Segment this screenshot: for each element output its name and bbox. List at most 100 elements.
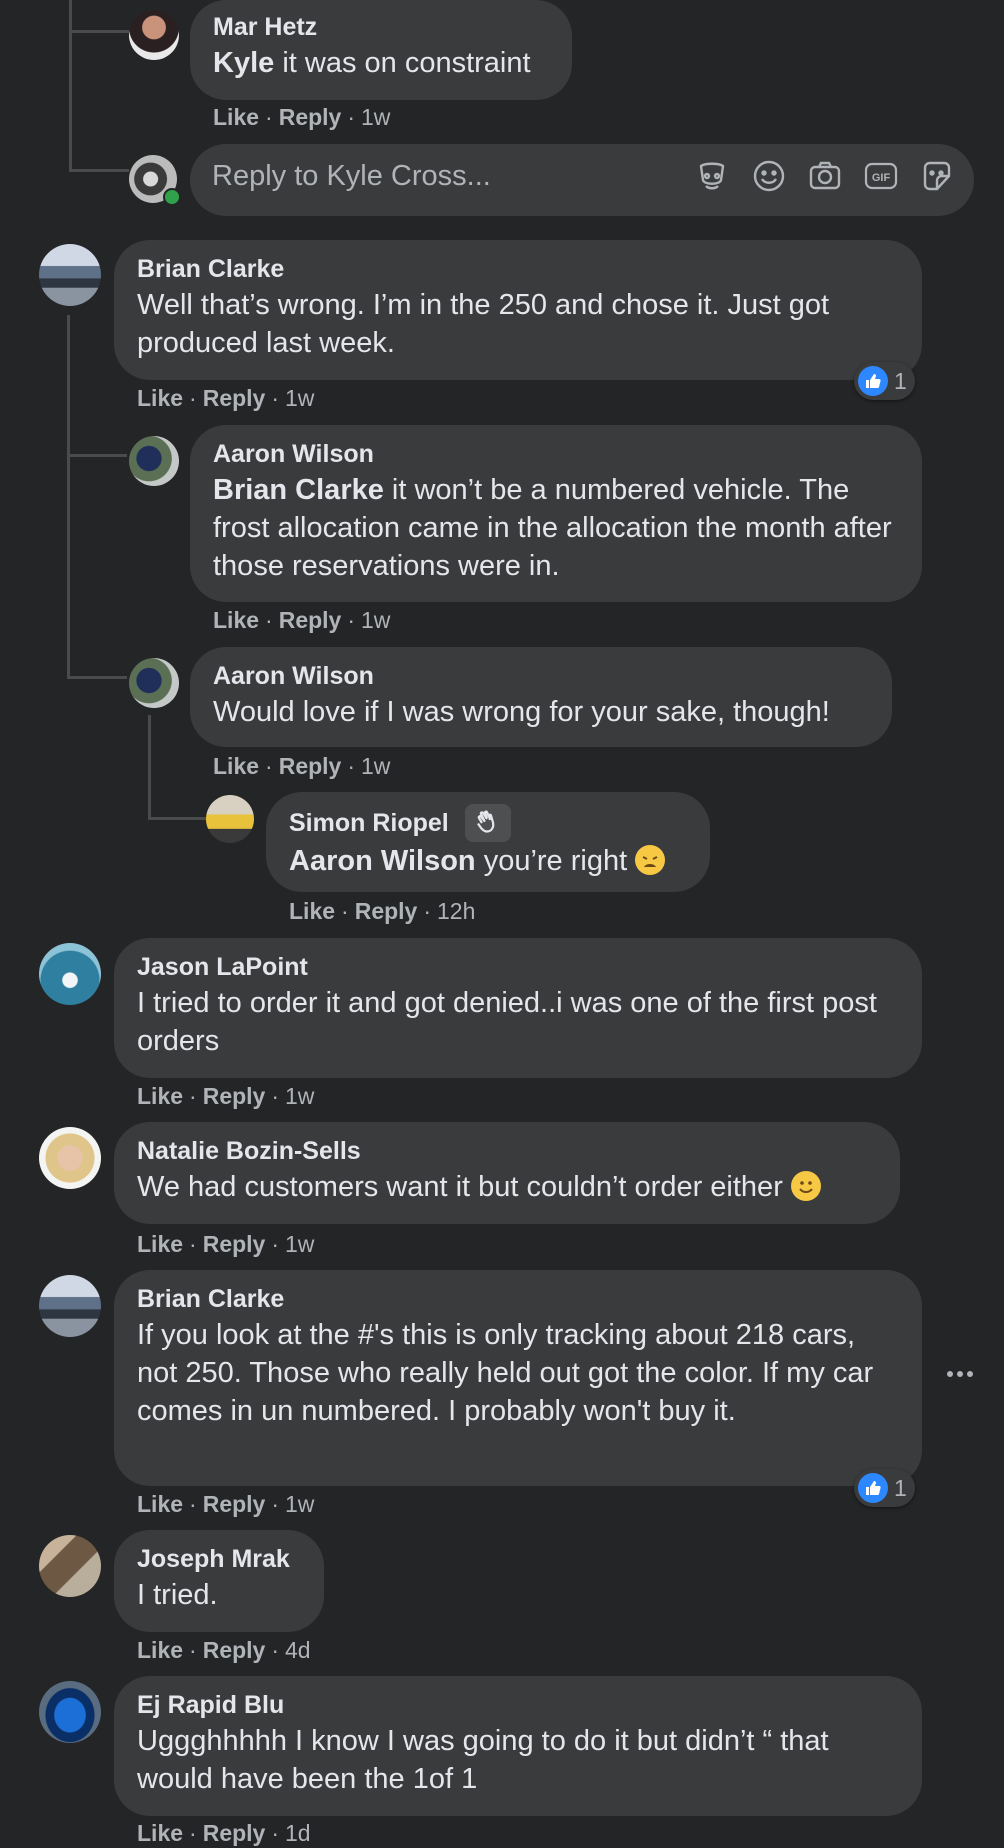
comment-author[interactable]: Aaron Wilson xyxy=(213,437,899,471)
mention[interactable]: Brian Clarke xyxy=(213,474,384,506)
avatar[interactable] xyxy=(39,1127,101,1189)
like-icon xyxy=(858,1473,888,1503)
timestamp[interactable]: 1w xyxy=(361,753,390,779)
avatar[interactable] xyxy=(39,1681,101,1743)
thread-line xyxy=(148,817,206,820)
comment-actions: Like · Reply · 12h xyxy=(289,898,476,924)
reply-button[interactable]: Reply xyxy=(203,1820,266,1846)
timestamp[interactable]: 4d xyxy=(285,1637,311,1663)
mention[interactable]: Aaron Wilson xyxy=(289,845,476,877)
comment-bubble: Joseph Mrak I tried. xyxy=(114,1530,324,1632)
comment-author[interactable]: Brian Clarke xyxy=(137,252,899,286)
avatar[interactable] xyxy=(39,1275,101,1337)
gif-icon[interactable]: GIF xyxy=(863,158,899,194)
timestamp[interactable]: 1w xyxy=(285,1083,314,1109)
comment-bubble: Ej Rapid Blu Uggghhhhh I know I was goin… xyxy=(114,1676,922,1816)
svg-text:GIF: GIF xyxy=(872,172,891,184)
more-icon[interactable] xyxy=(946,1368,974,1380)
avatar[interactable] xyxy=(129,658,179,708)
reaction-number: 1 xyxy=(894,1474,907,1501)
reply-button[interactable]: Reply xyxy=(355,898,418,924)
comment-bubble: Jason LaPoint I tried to order it and go… xyxy=(114,938,922,1078)
like-button[interactable]: Like xyxy=(137,1231,183,1257)
like-button[interactable]: Like xyxy=(137,1820,183,1846)
online-status-icon xyxy=(163,188,181,206)
like-button[interactable]: Like xyxy=(213,753,259,779)
comment-actions: Like · Reply · 1w xyxy=(213,607,391,633)
comment-text: Brian Clarke it won’t be a numbered vehi… xyxy=(213,474,892,582)
reply-button[interactable]: Reply xyxy=(279,753,342,779)
wave-icon xyxy=(464,804,511,842)
comment-bubble: Natalie Bozin-Sells We had customers wan… xyxy=(114,1122,900,1224)
like-button[interactable]: Like xyxy=(213,104,259,130)
comment-bubble: Mar Hetz Kyle it was on constraint xyxy=(190,0,572,100)
comment-text: Well that’s wrong. I’m in the 250 and ch… xyxy=(137,289,830,359)
like-button[interactable]: Like xyxy=(137,385,183,411)
comment-author[interactable]: Joseph Mrak xyxy=(137,1542,301,1576)
comment-actions: Like · Reply · 1w xyxy=(137,385,315,411)
comment-text: Would love if I was wrong for your sake,… xyxy=(213,696,830,728)
timestamp[interactable]: 12h xyxy=(437,898,475,924)
author-name[interactable]: Simon Riopel xyxy=(289,806,449,840)
reply-button[interactable]: Reply xyxy=(203,1637,266,1663)
comment-text: If you look at the #'s this is only trac… xyxy=(137,1319,874,1427)
comment-actions: Like · Reply · 4d xyxy=(137,1637,311,1663)
comment-author[interactable]: Mar Hetz xyxy=(213,10,549,44)
avatar[interactable] xyxy=(39,1535,101,1597)
comment-actions: Like · Reply · 1w xyxy=(213,753,391,779)
like-button[interactable]: Like xyxy=(289,898,335,924)
like-button[interactable]: Like xyxy=(137,1083,183,1109)
reply-placeholder: Reply to Kyle Cross... xyxy=(212,160,491,192)
comment-author[interactable]: Natalie Bozin-Sells xyxy=(137,1134,877,1168)
comment-actions: Like · Reply · 1w xyxy=(137,1231,315,1257)
reply-button[interactable]: Reply xyxy=(203,1083,266,1109)
emoji-icon[interactable] xyxy=(751,158,787,194)
mention[interactable]: Kyle xyxy=(213,47,274,79)
comment-author[interactable]: Jason LaPoint xyxy=(137,950,899,984)
timestamp[interactable]: 1w xyxy=(285,385,314,411)
reply-button[interactable]: Reply xyxy=(203,1491,266,1517)
like-button[interactable]: Like xyxy=(137,1637,183,1663)
reaction-count[interactable]: 1 xyxy=(854,1469,915,1507)
thread-line xyxy=(148,715,151,818)
avatar[interactable] xyxy=(129,436,179,486)
thread-line xyxy=(69,30,129,33)
thread-line xyxy=(69,169,129,172)
thread-line xyxy=(67,315,70,677)
avatar[interactable] xyxy=(39,943,101,1005)
comment-author[interactable]: Brian Clarke xyxy=(137,1282,899,1316)
avatar[interactable] xyxy=(206,795,254,843)
thread-line xyxy=(69,0,72,172)
avatar-icon[interactable] xyxy=(694,158,730,194)
comment-author[interactable]: Ej Rapid Blu xyxy=(137,1688,899,1722)
comment-bubble: Brian Clarke If you look at the #'s this… xyxy=(114,1270,922,1486)
timestamp[interactable]: 1w xyxy=(285,1231,314,1257)
avatar[interactable] xyxy=(39,244,101,306)
timestamp[interactable]: 1w xyxy=(361,104,390,130)
sticker-icon[interactable] xyxy=(919,158,955,194)
timestamp[interactable]: 1w xyxy=(361,607,390,633)
reply-button[interactable]: Reply xyxy=(279,607,342,633)
comment-text: I tried. xyxy=(137,1579,218,1611)
thread-line xyxy=(67,454,127,457)
reaction-count[interactable]: 1 xyxy=(854,362,915,400)
timestamp[interactable]: 1d xyxy=(285,1820,311,1846)
timestamp[interactable]: 1w xyxy=(285,1491,314,1517)
smiling-face-icon xyxy=(790,1171,821,1201)
reply-button[interactable]: Reply xyxy=(203,1231,266,1257)
like-icon xyxy=(858,366,888,396)
comment-author: Simon Riopel xyxy=(289,804,687,842)
comment-author[interactable]: Aaron Wilson xyxy=(213,659,869,693)
camera-icon[interactable] xyxy=(807,158,843,194)
comment-actions: Like · Reply · 1w xyxy=(137,1491,315,1517)
reply-button[interactable]: Reply xyxy=(279,104,342,130)
avatar[interactable] xyxy=(129,10,179,60)
reply-button[interactable]: Reply xyxy=(203,385,266,411)
like-button[interactable]: Like xyxy=(213,607,259,633)
like-button[interactable]: Like xyxy=(137,1491,183,1517)
reaction-number: 1 xyxy=(894,367,907,394)
comment-text: Kyle it was on constraint xyxy=(213,47,531,79)
reply-input[interactable]: Reply to Kyle Cross... GIF xyxy=(190,144,974,216)
comment-text: We had customers want it but couldn’t or… xyxy=(137,1168,877,1206)
weary-face-icon xyxy=(635,845,666,875)
